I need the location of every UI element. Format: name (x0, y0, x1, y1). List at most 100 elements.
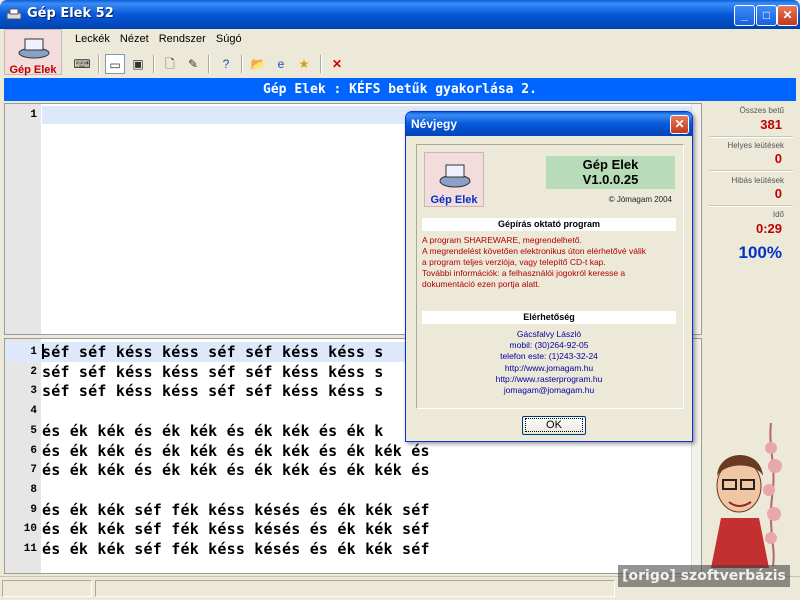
lesson-line: 8 (5, 480, 689, 500)
close-button[interactable]: ✕ (777, 5, 798, 26)
line-number: 7 (30, 464, 37, 476)
print-mode-icon[interactable]: ▭ (105, 54, 125, 74)
line-number: 1 (30, 109, 37, 121)
line-number: 8 (30, 484, 37, 496)
version-box: Gép Elek V1.0.0.25 (546, 156, 675, 189)
stats-divider (709, 205, 793, 207)
time-value: 0:29 (755, 221, 782, 236)
line-number: 3 (30, 385, 37, 397)
ok-button[interactable]: OK (522, 416, 586, 435)
lesson-line-text: séf séf késs késs séf séf késs késs s (42, 363, 384, 381)
time-label: Idő (772, 210, 784, 219)
contact-mobile: mobil: (30)264-92-05 (509, 340, 589, 351)
typewriter-icon (6, 8, 22, 20)
section-title-contact: Elérhetőség (422, 311, 676, 324)
new-document-icon[interactable]: 🗋 (160, 54, 180, 74)
status-pane (95, 580, 615, 597)
lesson-line-text: séf séf késs késs séf séf késs késs s (42, 382, 384, 400)
menu-bar: Leckék Nézet Rendszer Súgó (68, 30, 242, 48)
line-number: 1 (30, 346, 37, 358)
toolbar-separator (98, 55, 100, 73)
dialog-title-bar[interactable]: Névjegy (406, 112, 692, 136)
app-logo: Gép Elek (4, 29, 62, 76)
lesson-line: 11 és ék kék séf fék késs késés és ék ké… (5, 539, 689, 559)
ok-button-label: OK (525, 418, 583, 432)
web-icon[interactable]: e (271, 54, 291, 74)
lesson-line-text: és ék kék és ék kék és ék kék és ék k (42, 422, 384, 440)
product-name: Gép Elek (582, 157, 639, 172)
shareware-line: dokumentáció ezen portja alatt. (422, 279, 541, 289)
product-version: V1.0.0.25 (582, 172, 639, 187)
contact-link[interactable]: http://www.rasterprogram.hu (422, 374, 676, 385)
window-title: Gép Elek 52 (27, 6, 114, 21)
shareware-line: További információk: a felhasználói jogo… (422, 268, 626, 278)
edit-document-icon[interactable]: ✎ (183, 54, 203, 74)
lesson-line-content: séf séf késs késs séf séf késs késs s (42, 343, 384, 361)
star-icon[interactable]: ★ (294, 54, 314, 74)
lesson-line: 10 és ék kék séf fék késs késés és ék ké… (5, 519, 689, 539)
status-pane (2, 580, 92, 597)
total-letters-value: 381 (760, 117, 782, 132)
total-letters-label: Összes betű (739, 106, 784, 115)
menu-rendszer[interactable]: Rendszer (159, 30, 206, 48)
wrong-keystrokes-label: Hibás leütések (731, 176, 784, 185)
lesson-line-text: és ék kék séf fék késs késés és ék kék s… (42, 540, 430, 558)
toolbar: ⌨ ▭ ▣ 🗋 ✎ ? 📂 e ★ ✕ (68, 52, 368, 76)
line-number: 2 (30, 366, 37, 378)
lesson-line-text: és ék kék és ék kék és ék kék és ék kék … (42, 461, 430, 479)
about-dialog: Névjegy ✕ Gép Elek Gép Elek V1.0.0.25 © … (405, 111, 693, 442)
mascot-icon (711, 422, 782, 568)
dialog-close-button[interactable]: ✕ (670, 115, 689, 134)
correct-keystrokes-label: Helyes leütések (727, 141, 784, 150)
line-number: 10 (23, 523, 37, 535)
lesson-line: 6 és ék kék és ék kék és ék kék és ék ké… (5, 441, 689, 461)
lesson-line: 7 és ék kék és ék kék és ék kék és ék ké… (5, 460, 689, 480)
maximize-button[interactable]: □ (756, 5, 777, 26)
contact-phone: telefon este: (1)243-32-24 (500, 351, 598, 362)
lesson-line-text: és ék kék és ék kék és ék kék és ék kék … (42, 442, 430, 460)
dialog-title: Névjegy (411, 117, 458, 131)
minimize-button[interactable]: _ (734, 5, 755, 26)
stats-panel: Összes betű 381 Helyes leütések 0 Hibás … (705, 103, 796, 575)
correct-keystrokes-value: 0 (774, 151, 782, 166)
section-title-program: Gépírás oktató program (422, 218, 676, 231)
toolbar-separator (153, 55, 155, 73)
line-number: 6 (30, 445, 37, 457)
shareware-line: A program SHAREWARE, megrendelhető. (422, 235, 582, 245)
shareware-line: a program teljes verziója, vagy telepítő… (422, 257, 606, 267)
contact-name: Gácsfalvy László (516, 329, 582, 339)
toolbar-separator (241, 55, 243, 73)
toolbar-separator (208, 55, 210, 73)
accuracy-percent: 100% (738, 243, 782, 262)
stats-divider (709, 170, 793, 172)
line-number: 4 (30, 405, 37, 417)
logo-label: Gép Elek (9, 64, 57, 76)
lesson-line: 9 és ék kék séf fék késs késés és ék kék… (5, 500, 689, 520)
fullscreen-icon[interactable]: ▣ (128, 54, 148, 74)
open-folder-icon[interactable]: 📂 (248, 54, 268, 74)
toolbar-separator (320, 55, 322, 73)
typewriter-icon (18, 38, 50, 59)
help-icon[interactable]: ? (216, 54, 236, 74)
line-number: 9 (30, 504, 37, 516)
copyright: © Jómagam 2004 (608, 195, 672, 204)
menu-leckek[interactable]: Leckék (75, 30, 110, 48)
contact-link[interactable]: http://www.jomagam.hu (422, 363, 676, 374)
typewriter-icon (439, 164, 471, 188)
shareware-line: A megrendelést követően elektronikus úto… (422, 246, 646, 256)
menu-sugo[interactable]: Súgó (216, 30, 242, 48)
exit-icon[interactable]: ✕ (327, 54, 347, 74)
dialog-logo-label: Gép Elek (430, 194, 478, 206)
wrong-keystrokes-value: 0 (774, 186, 782, 201)
watermark: [origo] szoftverbázis (618, 565, 790, 587)
typewriter-tool-icon[interactable]: ⌨ (72, 54, 92, 74)
lesson-line-text: és ék kék séf fék késs késés és ék kék s… (42, 520, 430, 538)
line-number: 5 (30, 425, 37, 437)
line-number: 11 (23, 543, 37, 555)
menu-nezet[interactable]: Nézet (120, 30, 149, 48)
title-bar[interactable]: Gép Elek 52 _ □ ✕ (0, 0, 800, 29)
lesson-line-text: és ék kék séf fék késs késés és ék kék s… (42, 501, 430, 519)
line-gutter (5, 104, 41, 334)
contact-email[interactable]: jomagam@jomagam.hu (422, 385, 676, 396)
dialog-logo: Gép Elek (424, 152, 484, 207)
